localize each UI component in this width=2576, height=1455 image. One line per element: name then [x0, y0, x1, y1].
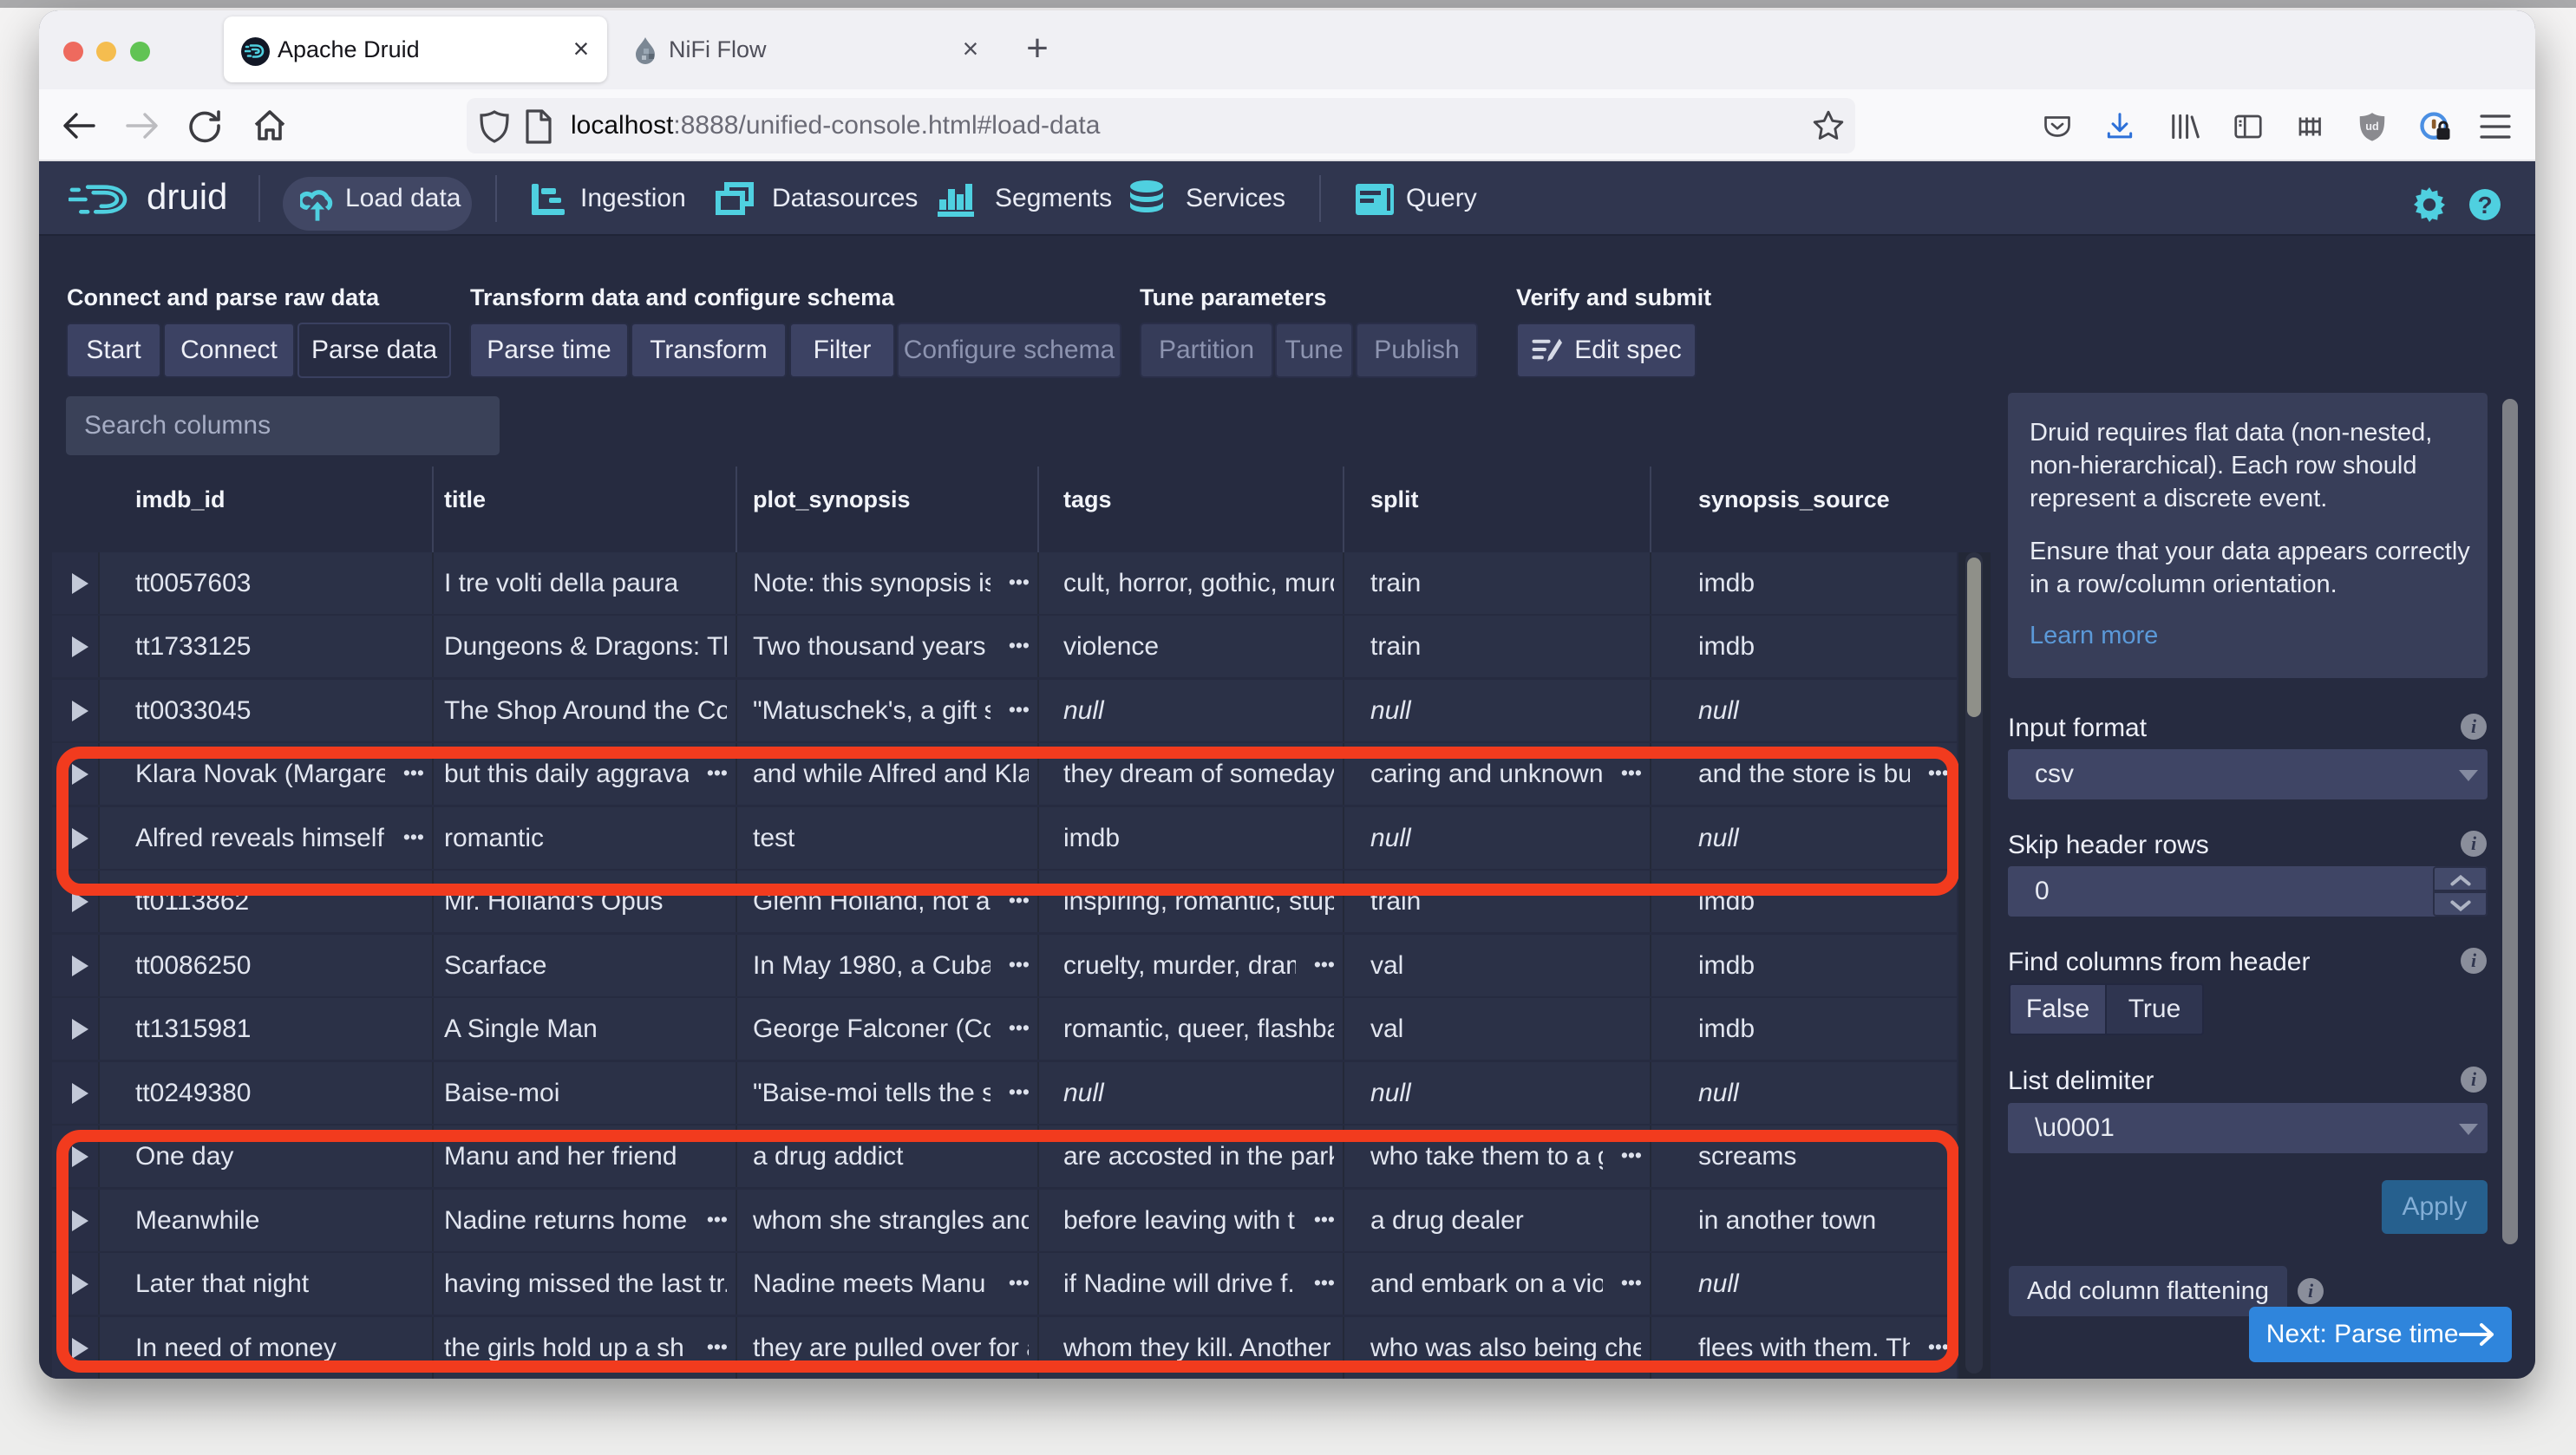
svg-text:ud: ud [2365, 121, 2378, 133]
